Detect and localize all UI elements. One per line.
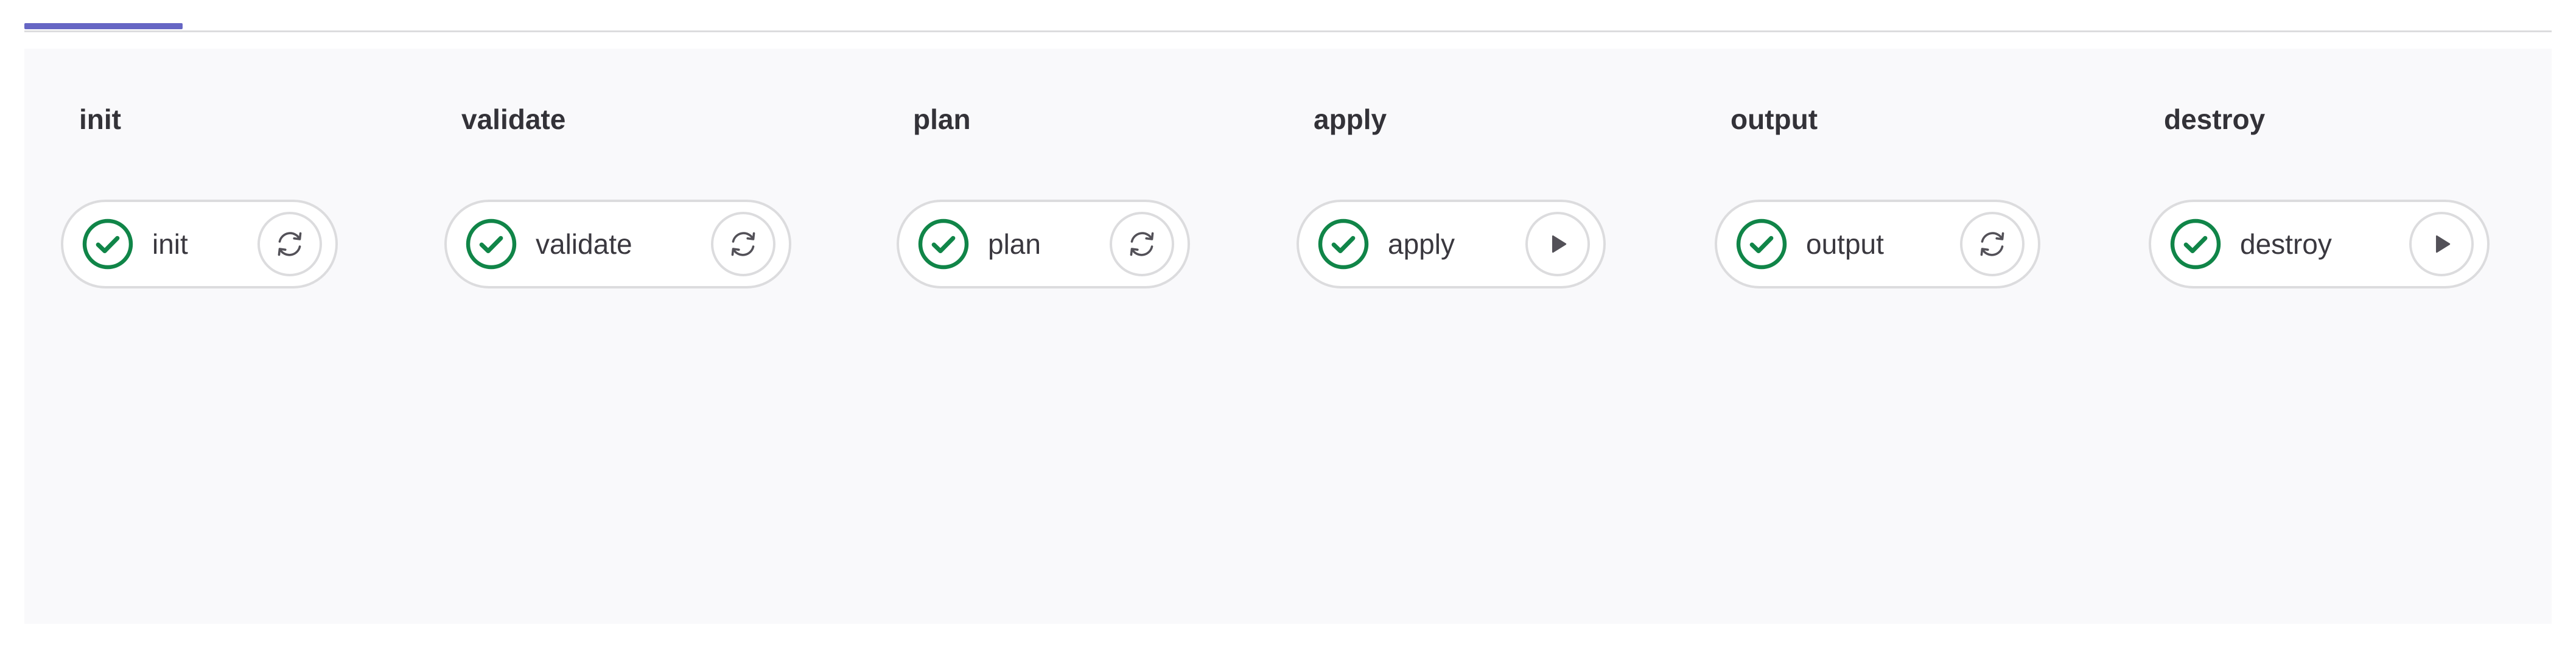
play-button[interactable] xyxy=(1525,212,1590,276)
check-circle-icon xyxy=(2169,218,2222,270)
retry-icon xyxy=(731,232,755,256)
retry-button[interactable] xyxy=(711,212,775,276)
job-name: output xyxy=(1806,228,1884,260)
check-circle-icon xyxy=(1735,218,1788,270)
stage-title: init xyxy=(79,103,121,135)
check-circle-icon xyxy=(1317,218,1370,270)
job-plan[interactable]: plan xyxy=(897,200,1190,288)
retry-icon xyxy=(1980,232,2004,256)
job-name: plan xyxy=(988,228,1041,260)
active-tab-indicator xyxy=(24,23,183,29)
retry-button[interactable] xyxy=(1960,212,2025,276)
retry-icon xyxy=(278,232,302,256)
check-circle-icon xyxy=(82,218,134,270)
stage-title: destroy xyxy=(2164,103,2266,135)
pipeline-graph: init init validate validate plan plan ap… xyxy=(24,49,2552,624)
stage-title: apply xyxy=(1314,103,1387,135)
job-init[interactable]: init xyxy=(61,200,338,288)
check-circle-icon xyxy=(917,218,970,270)
play-icon xyxy=(2435,235,2451,253)
job-name: validate xyxy=(536,228,632,260)
play-button[interactable] xyxy=(2409,212,2474,276)
job-name: apply xyxy=(1388,228,1455,260)
job-apply[interactable]: apply xyxy=(1297,200,1606,288)
job-output[interactable]: output xyxy=(1715,200,2040,288)
retry-button[interactable] xyxy=(1110,212,1174,276)
retry-icon xyxy=(1130,232,1154,256)
job-validate[interactable]: validate xyxy=(444,200,791,288)
check-circle-icon xyxy=(465,218,517,270)
job-name: destroy xyxy=(2240,228,2332,260)
job-destroy[interactable]: destroy xyxy=(2149,200,2490,288)
stage-title: plan xyxy=(913,103,971,135)
job-name: init xyxy=(152,228,188,260)
stage-title: output xyxy=(1731,103,1818,135)
retry-button[interactable] xyxy=(257,212,322,276)
play-icon xyxy=(1552,235,1567,253)
stage-title: validate xyxy=(461,103,566,135)
tabs-bar xyxy=(24,0,2552,32)
